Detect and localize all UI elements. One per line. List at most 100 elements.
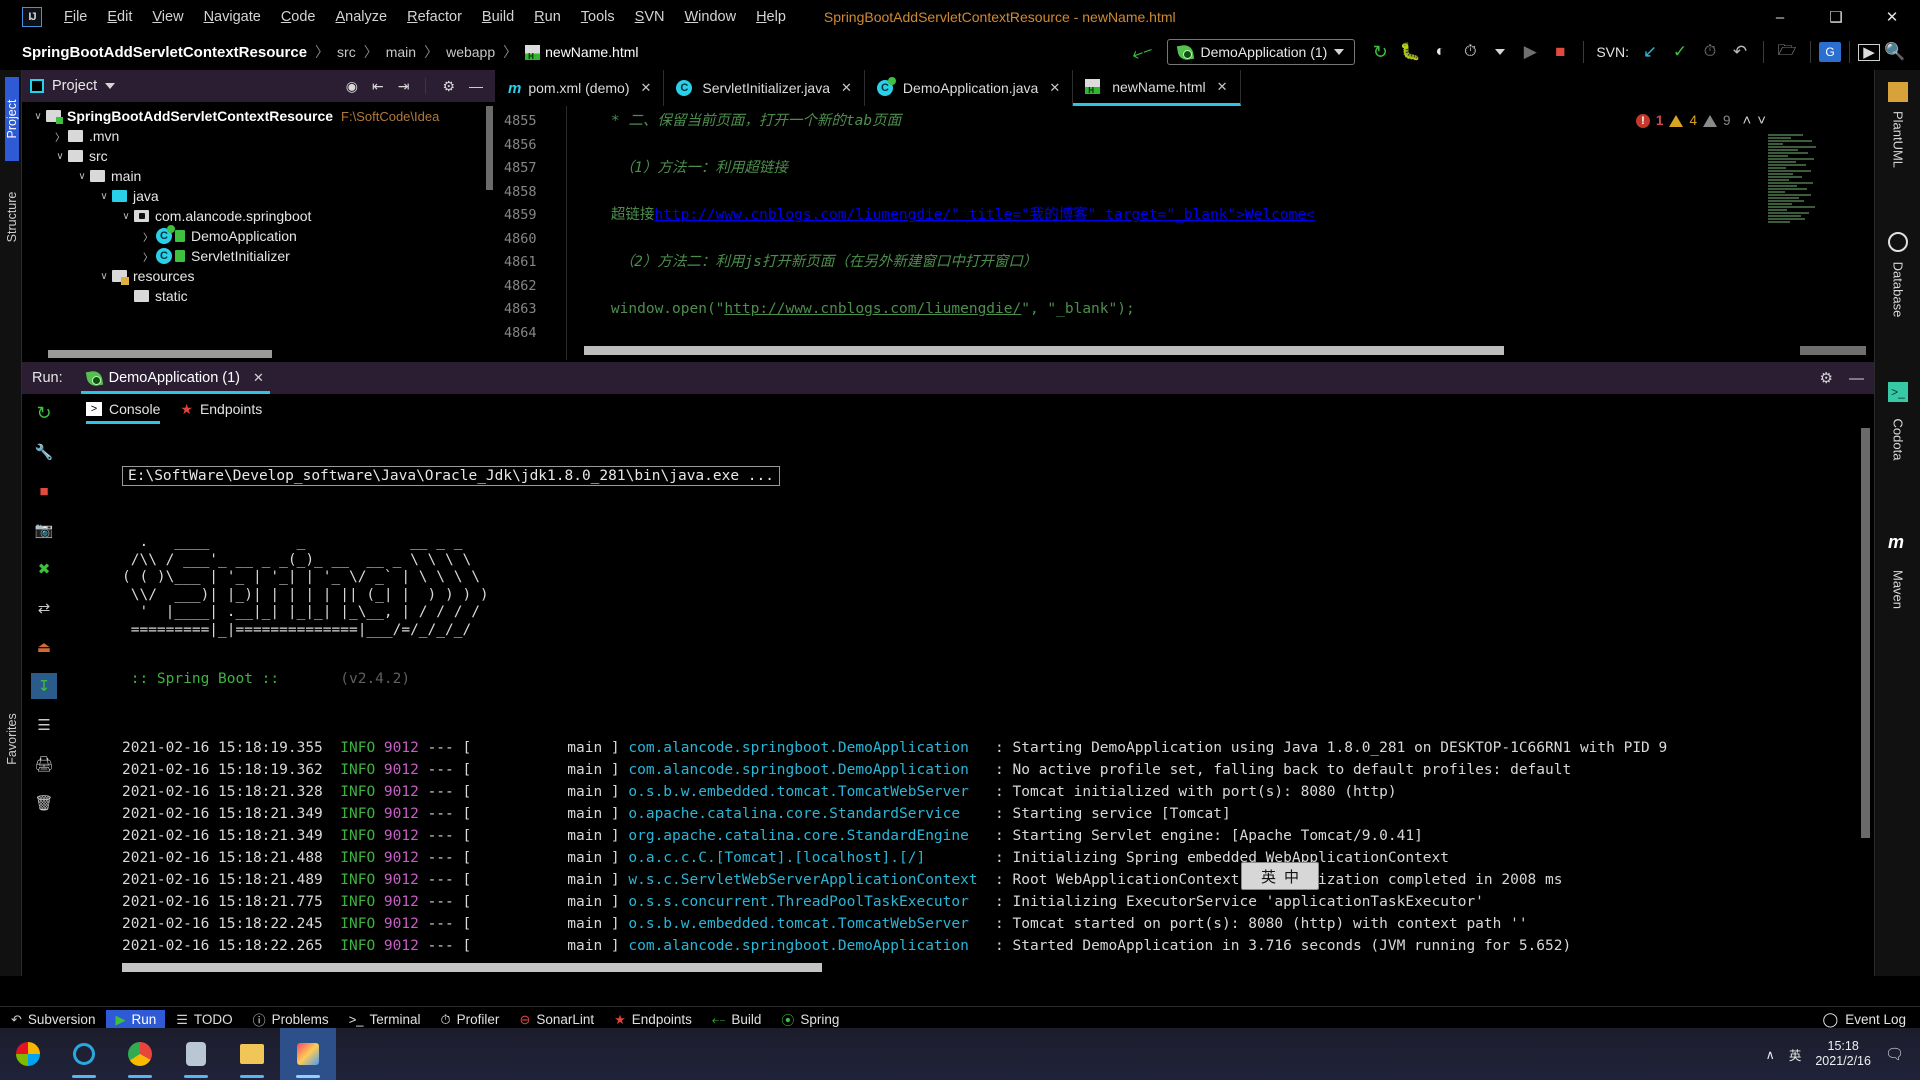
taskbar-intellij[interactable] xyxy=(280,1028,336,1080)
run-configuration-selector[interactable]: DemoApplication (1) xyxy=(1167,39,1356,65)
taskbar-tool[interactable] xyxy=(168,1028,224,1080)
next-problem-icon[interactable]: ˅ xyxy=(1757,112,1766,129)
bottom-tab-profiler[interactable]: ⏱ Profiler xyxy=(432,1010,509,1030)
code-line[interactable] xyxy=(576,228,1874,252)
taskbar-chrome[interactable] xyxy=(112,1028,168,1080)
taskbar-clock[interactable]: 15:18 2021/2/16 xyxy=(1815,1039,1871,1069)
bottom-tab-sonarlint[interactable]: ⊖ SonarLint xyxy=(510,1010,603,1030)
hide-icon[interactable]: — xyxy=(469,78,483,94)
code-content[interactable]: * 二、保留当前页面，打开一个新的tab页面 （1）方法一：利用超链接 超链接h… xyxy=(576,110,1874,345)
breadcrumb-file[interactable]: newName.html xyxy=(545,44,638,60)
locate-icon[interactable]: ◉ xyxy=(346,78,358,95)
tree-node-com-alancode-springboot[interactable]: ∨ com.alancode.springboot xyxy=(22,206,495,226)
taskbar-search[interactable] xyxy=(56,1028,112,1080)
wrap-icon[interactable]: ⇄ xyxy=(31,595,57,621)
chevron-down-icon[interactable] xyxy=(105,83,116,89)
sidebar-item-favorites[interactable]: Favorites xyxy=(5,697,19,781)
close-icon[interactable]: ✕ xyxy=(1217,79,1228,95)
code-line[interactable]: （2）方法二：利用js打开新页面（在另外新建窗口中打开窗口） xyxy=(576,251,1874,275)
editor-horizontal-scrollbar[interactable] xyxy=(584,346,1504,355)
sidebar-item-codota[interactable]: >_ Codota xyxy=(1875,370,1920,520)
code-line[interactable] xyxy=(576,275,1874,299)
chevron-down-icon[interactable]: ∨ xyxy=(96,191,112,202)
editor-minimap[interactable] xyxy=(1768,134,1818,360)
scroll-to-end-icon[interactable]: ↧ xyxy=(31,673,57,699)
build-icon[interactable]: ⤌ xyxy=(1124,34,1162,71)
code-line[interactable] xyxy=(576,181,1874,205)
close-button[interactable]: ✕ xyxy=(1864,0,1920,34)
tree-node-src[interactable]: ∨ src xyxy=(22,146,495,166)
menu-item-refactor[interactable]: Refactor xyxy=(397,7,472,27)
console-vertical-scrollbar[interactable] xyxy=(1861,428,1870,838)
tree-node-main[interactable]: ∨ main xyxy=(22,166,495,186)
menu-item-view[interactable]: View xyxy=(142,7,193,27)
event-log-button[interactable]: ◯ Event Log xyxy=(1823,1011,1920,1028)
close-icon[interactable]: ✕ xyxy=(253,370,264,386)
breadcrumb-main[interactable]: main xyxy=(386,44,416,60)
sidebar-item-plantuml[interactable]: PlantUML xyxy=(1875,70,1920,220)
project-horizontal-scrollbar[interactable] xyxy=(48,350,272,358)
tab-endpoints[interactable]: ★ Endpoints xyxy=(180,394,262,424)
run-tab-demoapplication[interactable]: DemoApplication (1) ✕ xyxy=(80,362,271,394)
menu-item-help[interactable]: Help xyxy=(746,7,796,27)
presentation-icon[interactable]: ▶ xyxy=(1858,43,1880,61)
bottom-tab-todo[interactable]: ☰ TODO xyxy=(167,1010,241,1030)
run-icon[interactable]: ▶ xyxy=(1515,38,1545,66)
code-line[interactable]: window.open("http://www.cnblogs.com/lium… xyxy=(576,298,1874,322)
editor-tab-demoapplication-java[interactable]: C DemoApplication.java ✕ xyxy=(865,70,1074,106)
rerun-icon[interactable]: ↻ xyxy=(31,400,57,426)
bottom-tab-subversion[interactable]: ↶ Subversion xyxy=(2,1010,104,1030)
previous-problem-icon[interactable]: ˄ xyxy=(1742,112,1751,129)
code-line[interactable]: （1）方法一：利用超链接 xyxy=(576,157,1874,181)
chevron-down-icon[interactable]: ∨ xyxy=(118,211,134,222)
svn-commit-icon[interactable]: ✓ xyxy=(1665,38,1695,66)
expand-all-icon[interactable]: ⇤ xyxy=(372,78,384,95)
sidebar-item-maven[interactable]: m Maven xyxy=(1875,520,1920,670)
editor-tab-pom-xml--demo-[interactable]: m pom.xml (demo) ✕ xyxy=(496,70,665,106)
chevron-right-icon[interactable]: 〉 xyxy=(52,129,68,144)
close-icon[interactable]: ✕ xyxy=(1049,80,1060,96)
breadcrumb-webapp[interactable]: webapp xyxy=(446,44,495,60)
breadcrumb-src[interactable]: src xyxy=(337,44,356,60)
ime-status-popup[interactable]: 英 中 xyxy=(1241,862,1319,890)
svn-revert-icon[interactable]: ↶ xyxy=(1725,38,1755,66)
profiler-icon[interactable]: ⏱ xyxy=(1455,38,1485,66)
minimize-icon[interactable]: — xyxy=(1849,370,1864,387)
chevron-down-icon[interactable]: ∨ xyxy=(30,111,46,122)
menu-item-edit[interactable]: Edit xyxy=(97,7,142,27)
stop-icon[interactable]: ■ xyxy=(1545,38,1575,66)
editor-tab-newname-html[interactable]: newName.html ✕ xyxy=(1073,70,1241,106)
close-icon[interactable]: ✕ xyxy=(841,80,852,96)
project-structure-icon[interactable]: 🗁 xyxy=(1772,38,1802,66)
gear-icon[interactable]: ⚙ xyxy=(442,78,455,95)
bottom-tab-run[interactable]: ▶ Run xyxy=(106,1009,166,1030)
coverage-icon[interactable]: ◐ xyxy=(1425,38,1455,66)
clear-icon[interactable]: ⏏ xyxy=(31,634,57,660)
url-link[interactable]: http://www.cnblogs.com/liumengdie/" titl… xyxy=(654,207,1314,223)
menu-item-code[interactable]: Code xyxy=(271,7,326,27)
search-everywhere-icon[interactable]: 🔍 xyxy=(1880,38,1910,66)
menu-item-svn[interactable]: SVN xyxy=(625,7,675,27)
profiler-chevron-icon[interactable] xyxy=(1485,38,1515,66)
tray-chevron-icon[interactable]: ∧ xyxy=(1766,1047,1775,1062)
editor-tab-servletinitializer-java[interactable]: C ServletInitializer.java ✕ xyxy=(664,70,865,106)
sidebar-item-database[interactable]: Database xyxy=(1875,220,1920,370)
tree-node-java[interactable]: ∨ java xyxy=(22,186,495,206)
debug-icon[interactable]: 🐛 xyxy=(1395,38,1425,66)
tree-node-springbootaddservletcontextresource[interactable]: ∨ SpringBootAddServletContextResource F:\S… xyxy=(22,106,495,126)
sidebar-item-structure[interactable]: Structure xyxy=(5,175,19,259)
print-icon[interactable]: 🖨 xyxy=(31,751,57,777)
wrench-icon[interactable]: 🔧 xyxy=(31,439,57,465)
project-tree[interactable]: ∨ SpringBootAddServletContextResource F:\S… xyxy=(22,102,495,346)
url-link[interactable]: http://www.cnblogs.com/liumengdie/ xyxy=(724,301,1021,317)
pin-icon[interactable]: ✖ xyxy=(31,556,57,582)
close-icon[interactable]: ✕ xyxy=(640,80,651,96)
windows-start-button[interactable] xyxy=(0,1028,56,1080)
code-editor[interactable]: 4855 4856 4857 4858 4859 4860 4861 4862 4863 4864… xyxy=(496,106,1874,360)
inspection-widget[interactable]: ! 1 4 9 ˄ ˅ xyxy=(1635,112,1766,129)
menu-item-analyze[interactable]: Analyze xyxy=(326,7,398,27)
minimize-button[interactable]: – xyxy=(1752,0,1808,34)
collapse-all-icon[interactable]: ⇥ xyxy=(398,78,410,95)
tree-node-static[interactable]: static xyxy=(22,286,495,306)
code-line[interactable]: 超链接http://www.cnblogs.com/liumengdie/" t… xyxy=(576,204,1874,228)
